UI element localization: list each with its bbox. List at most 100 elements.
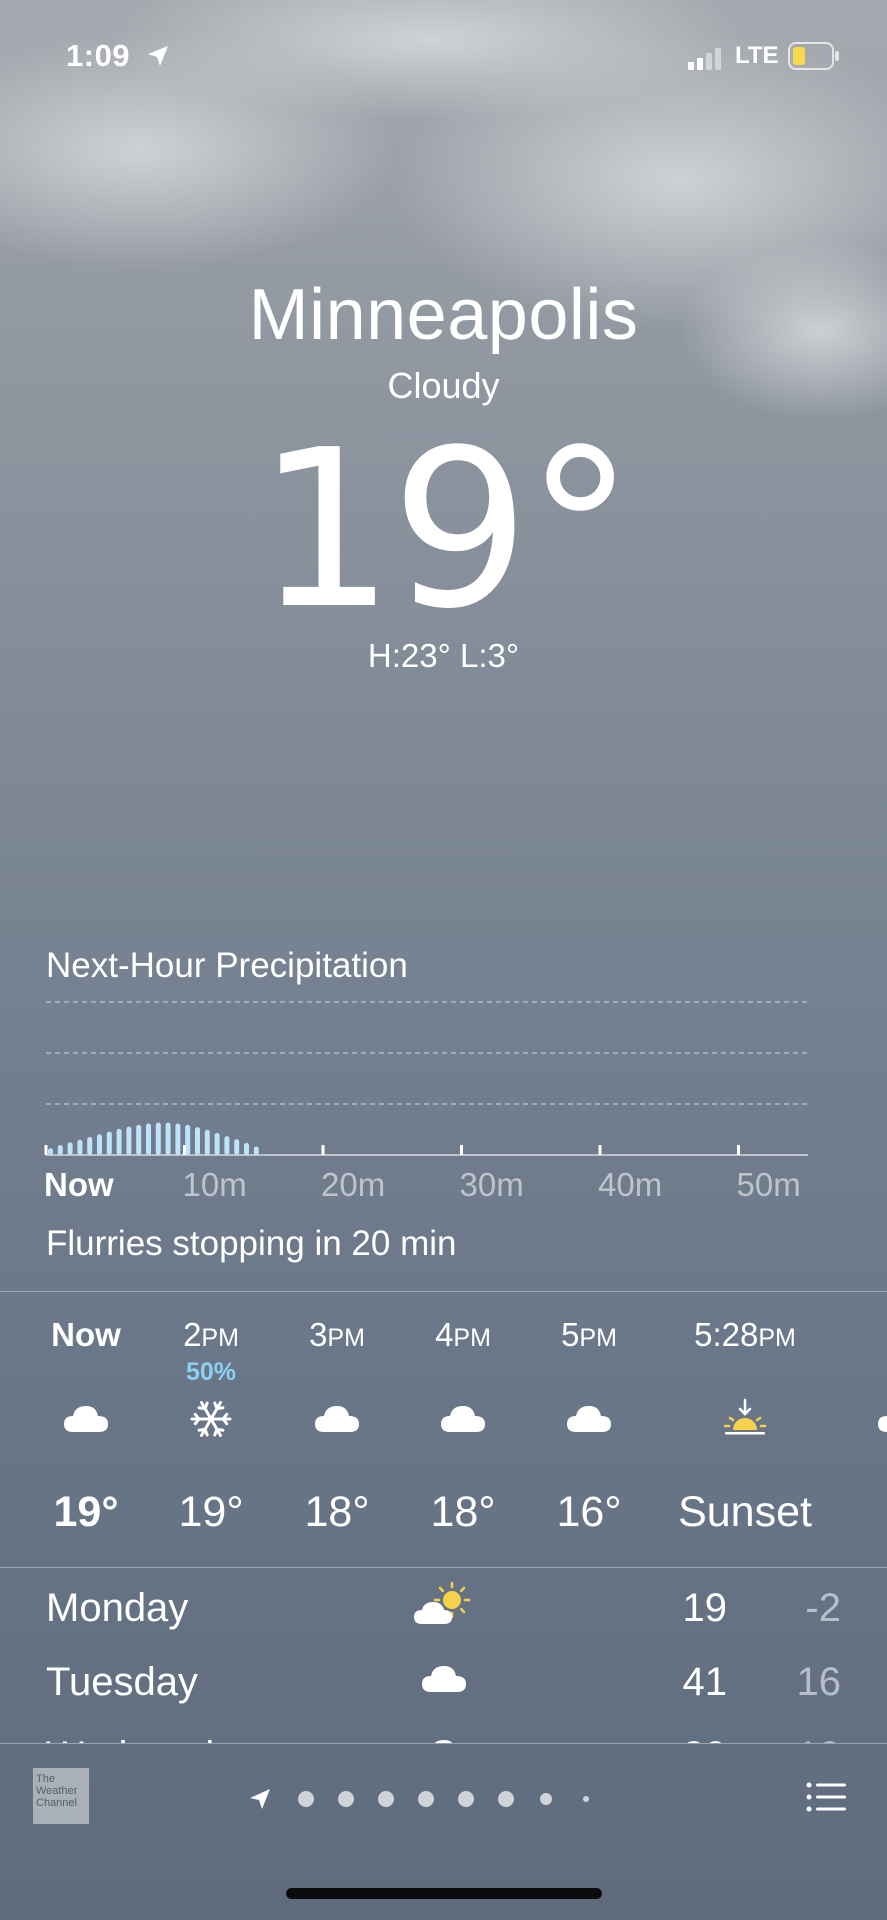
hour-label: 2PM [183,1316,239,1353]
hour-temperature: 19° [53,1488,119,1536]
precipitation-summary: Flurries stopping in 20 min [46,1224,457,1263]
weather-channel-logo[interactable]: The Weather Channel [33,1768,89,1824]
precip-bar [214,1132,220,1155]
day-icon-wrap [412,1654,476,1704]
hour-suffix: PM [579,1324,617,1352]
precip-bar [67,1142,73,1155]
divider [0,1567,887,1568]
precip-axis-label: 50m [736,1166,801,1203]
day-high: 19 [682,1586,728,1630]
hour-suffix: PM [453,1324,491,1352]
hour-icon-wrap [564,1394,614,1444]
current-location-icon [250,1789,270,1809]
logo-line: Channel [36,1797,77,1809]
precip-probability: 50% [185,1358,237,1386]
hour-icon-wrap [720,1394,770,1444]
precip-tick [598,1145,602,1155]
hour-temperature: 19° [178,1488,244,1536]
day-low: 19 [797,1734,842,1743]
day-icon-wrap [412,1728,476,1743]
hour-temperature: 1 [830,1488,887,1537]
status-bar: 1:09 LTE [0,0,887,115]
precipitation-title: Next-Hour Precipitation [46,946,408,985]
daily-forecast[interactable]: Monday 19 -2 Tuesday 41 16 Wednesday 39 19 [0,1570,887,1743]
hour-temperature: Sunset [678,1488,812,1536]
day-high: 41 [682,1660,728,1704]
cloud-icon [315,1406,359,1432]
precip-bar [48,1148,53,1155]
precip-bar [87,1137,93,1155]
day-name: Tuesday [46,1660,198,1704]
precip-bar [106,1131,112,1155]
city-name: Minneapolis [248,275,639,355]
hour-label: 4PM [435,1316,491,1353]
day-high: 39 [683,1734,728,1743]
precip-bar [224,1136,230,1155]
hour-suffix: PM [327,1324,365,1352]
hourly-forecast[interactable]: Now 19° 2PM 50% 19° 3PM 18° 4PM 18° 5PM 16° 5:28PM S… [0,1292,887,1567]
home-indicator[interactable] [286,1888,602,1899]
hour-suffix: PM [758,1324,796,1352]
precip-bar [165,1122,171,1155]
precip-bar [97,1134,102,1155]
precip-bar [57,1145,63,1155]
hour-label: 5PM [561,1316,617,1353]
page-dot [540,1793,552,1805]
precip-axis-label: 40m [598,1166,663,1203]
partly-sunny-icon [414,1581,471,1624]
precip-bar [136,1124,142,1155]
hour-icon-wrap [61,1394,111,1444]
precip-bar [126,1126,132,1155]
snowflake-icon [190,1401,232,1437]
daily-row: Monday 19 -2 [0,1570,887,1644]
logo-line: Weather [36,1785,78,1797]
precip-bar [244,1142,249,1155]
precip-bar [253,1146,259,1155]
day-icon-wrap [412,1580,476,1630]
high-low-temperature: H:23° L:3° [367,637,520,674]
page-dot [338,1791,354,1807]
list-icon[interactable] [805,1780,847,1814]
hour-temperature: 18° [430,1488,496,1536]
page-indicator[interactable] [246,1784,646,1814]
precip-bar [175,1123,181,1155]
cloud-icon [878,1416,887,1432]
hour-icon-wrap [312,1394,362,1444]
network-type: LTE [735,42,779,69]
hour-label: 3PM [309,1316,365,1353]
cloud-icon [434,1740,453,1743]
sunset-icon [723,1398,767,1435]
precipitation-axis-labels: Now 10m 20m 30m 40m 50m [40,1166,850,1206]
cloud-icon [441,1406,485,1432]
hour-label: Now [51,1316,121,1353]
hour-icon-wrap [875,1394,887,1444]
precip-bar [155,1122,161,1155]
cloud-icon [64,1406,108,1432]
page-dot [298,1791,314,1807]
precip-bar [146,1123,151,1155]
precip-bar [234,1139,240,1155]
location-arrow-icon [148,46,168,66]
day-low: 16 [796,1660,842,1704]
current-temperature: 19° [0,404,887,657]
hour-icon-wrap [186,1394,236,1444]
precip-bar [116,1128,122,1155]
precip-axis-label: 20m [321,1166,386,1203]
hour-label: 5:28PM [694,1316,796,1353]
precip-tick [460,1145,463,1155]
precipitation-chart [44,1001,808,1156]
logo-line: The [36,1773,55,1785]
hour-icon-wrap [438,1394,488,1444]
cloud-icon [567,1406,611,1432]
precip-tick [44,1145,48,1155]
page-dot [583,1796,589,1802]
page-dot [458,1791,474,1807]
precip-bar [195,1127,200,1155]
hour-suffix: PM [201,1324,239,1352]
precip-bar [77,1139,83,1155]
page-dot [498,1791,514,1807]
precip-axis-label: 10m [182,1166,247,1203]
precip-tick [321,1145,325,1155]
precip-axis-label: Now [44,1166,114,1203]
hour-label: 6 [830,1316,887,1354]
